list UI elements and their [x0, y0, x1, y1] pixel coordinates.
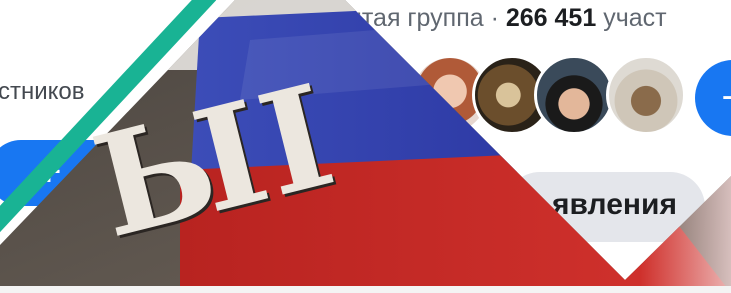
bottom-divider — [0, 286, 731, 293]
group-page: рытая группа · 266 451 участ стников + +… — [0, 0, 731, 293]
